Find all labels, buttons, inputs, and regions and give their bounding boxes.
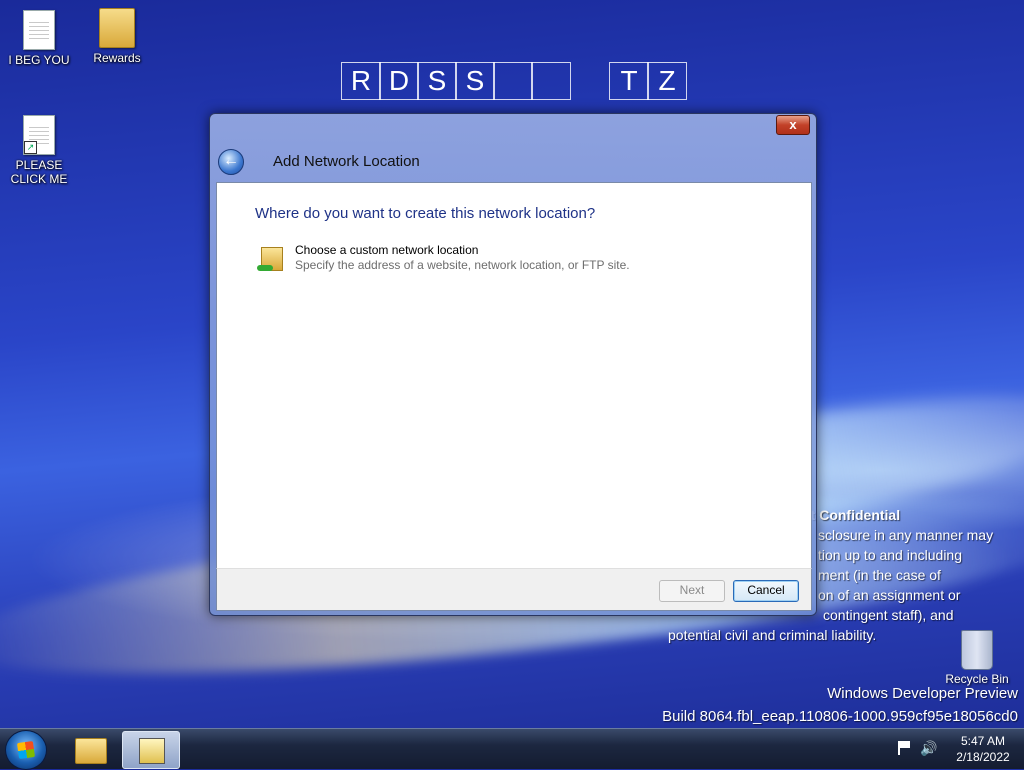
taskbar: 🔊 5:47 AM 2/18/2022 <box>0 728 1024 770</box>
shortcut-document-icon: ↗ <box>23 115 55 155</box>
text-document-icon <box>23 10 55 50</box>
dialog-heading: Where do you want to create this network… <box>255 205 596 222</box>
clock-date: 2/18/2022 <box>956 750 1010 764</box>
network-folder-icon <box>257 245 283 273</box>
back-button[interactable]: ← <box>218 149 244 175</box>
cancel-button[interactable]: Cancel <box>733 580 799 602</box>
desktop-icon-i-beg-you[interactable]: I BEG YOU <box>0 10 78 67</box>
desktop-icon-label: PLEASE CLICK ME <box>10 158 68 186</box>
option-description: Specify the address of a website, networ… <box>295 258 630 272</box>
taskbar-active-app[interactable] <box>122 731 180 769</box>
windows-logo-icon <box>16 740 36 760</box>
back-arrow-icon: ← <box>223 152 239 169</box>
add-network-location-dialog: x ← Add Network Location Where do you wa… <box>209 113 817 616</box>
desktop-icon-please-click-me[interactable]: ↗ PLEASE CLICK ME <box>0 115 78 186</box>
grid-cell: S <box>417 62 457 100</box>
dialog-footer: Next Cancel <box>216 568 812 611</box>
grid-cell: D <box>379 62 419 100</box>
system-tray: 🔊 5:47 AM 2/18/2022 <box>884 729 1024 769</box>
recycle-bin-icon <box>961 630 993 670</box>
dialog-content: Where do you want to create this network… <box>216 182 812 570</box>
grid-cell <box>493 62 533 100</box>
volume-speaker-icon[interactable]: 🔊 <box>920 741 937 755</box>
clock[interactable]: 5:47 AM 2/18/2022 <box>948 733 1018 765</box>
confidential-title: ft Confidential <box>806 507 901 523</box>
action-center-flag-icon[interactable] <box>898 741 912 755</box>
choose-custom-network-location-option[interactable]: Choose a custom network location Specify… <box>257 243 777 283</box>
desktop-icon-rewards[interactable]: Rewards <box>78 8 156 65</box>
clock-time: 5:47 AM <box>960 734 1006 748</box>
grid-cell: T <box>609 62 649 100</box>
next-button[interactable]: Next <box>659 580 725 602</box>
desktop-icon-label: I BEG YOU <box>8 53 70 67</box>
grid-cell: Z <box>647 62 687 100</box>
grid-cell <box>531 62 571 100</box>
grid-cell: R <box>341 62 381 100</box>
folder-icon <box>99 8 135 48</box>
close-button[interactable]: x <box>776 115 810 135</box>
build-watermark-build: Build 8064.fbl_eeap.110806-1000.959cf95e… <box>662 708 1018 725</box>
grid-cell: S <box>455 62 495 100</box>
folder-icon <box>75 738 107 764</box>
option-title: Choose a custom network location <box>295 243 479 257</box>
network-location-wizard-icon <box>139 738 165 764</box>
desktop-icon-label: Recycle Bin <box>945 672 1009 686</box>
dialog-title: Add Network Location <box>273 153 420 170</box>
desktop-icon-recycle-bin[interactable]: Recycle Bin <box>940 630 1014 686</box>
shortcut-arrow-icon: ↗ <box>24 141 37 154</box>
start-button[interactable] <box>5 730 47 770</box>
desktop-icon-label: Rewards <box>93 51 141 65</box>
build-watermark-title: Windows Developer Preview <box>827 685 1018 702</box>
taskbar-file-explorer[interactable] <box>62 731 118 767</box>
